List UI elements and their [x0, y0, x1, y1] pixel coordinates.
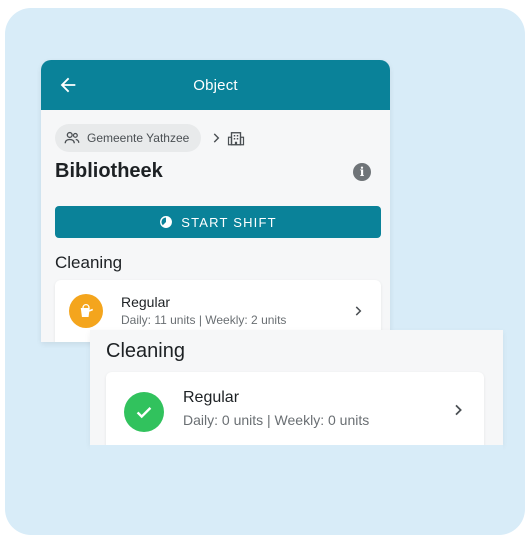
start-shift-button[interactable]: START SHIFT — [55, 206, 381, 238]
app-bar: Object — [41, 60, 390, 110]
zoom-task-detail: Daily: 0 units | Weekly: 0 units — [183, 412, 370, 428]
status-badge-complete — [124, 392, 164, 432]
zoom-callout: Cleaning Regular Daily: 0 units | Weekly… — [90, 330, 503, 452]
chevron-right-icon — [214, 133, 220, 143]
section-title-cleaning: Cleaning — [55, 253, 123, 272]
cleaning-bucket-icon — [80, 303, 94, 317]
zoom-task-label: Regular — [183, 389, 240, 406]
start-shift-label: START SHIFT — [181, 214, 277, 230]
chevron-right-icon — [355, 306, 362, 316]
zoom-section-title-cleaning: Cleaning — [106, 340, 185, 362]
info-icon[interactable]: i — [353, 163, 371, 181]
breadcrumb-chip-organization[interactable]: Gemeente Yathzee — [55, 124, 202, 152]
checkmark-icon — [136, 407, 152, 419]
breadcrumb: Gemeente Yathzee — [55, 124, 245, 152]
people-icon — [64, 131, 80, 144]
building-icon[interactable] — [227, 129, 245, 147]
task-detail: Daily: 11 units | Weekly: 2 units — [121, 313, 287, 327]
zoom-task-row-regular[interactable]: Regular Daily: 0 units | Weekly: 0 units — [106, 372, 484, 452]
screen-title: Object — [193, 76, 238, 94]
page-title: Bibliotheek — [55, 160, 163, 182]
breadcrumb-parent-label: Gemeente Yathzee — [87, 131, 190, 145]
back-arrow-icon[interactable] — [57, 74, 79, 96]
chevron-right-icon — [455, 404, 462, 416]
task-label: Regular — [121, 294, 171, 310]
status-badge-pending — [69, 294, 103, 328]
shift-timer-icon — [160, 216, 173, 228]
zoom-callout-fade — [90, 445, 503, 465]
phone-screen: Object Gemeente Yathzee Bibliotheek i ST… — [41, 60, 390, 342]
